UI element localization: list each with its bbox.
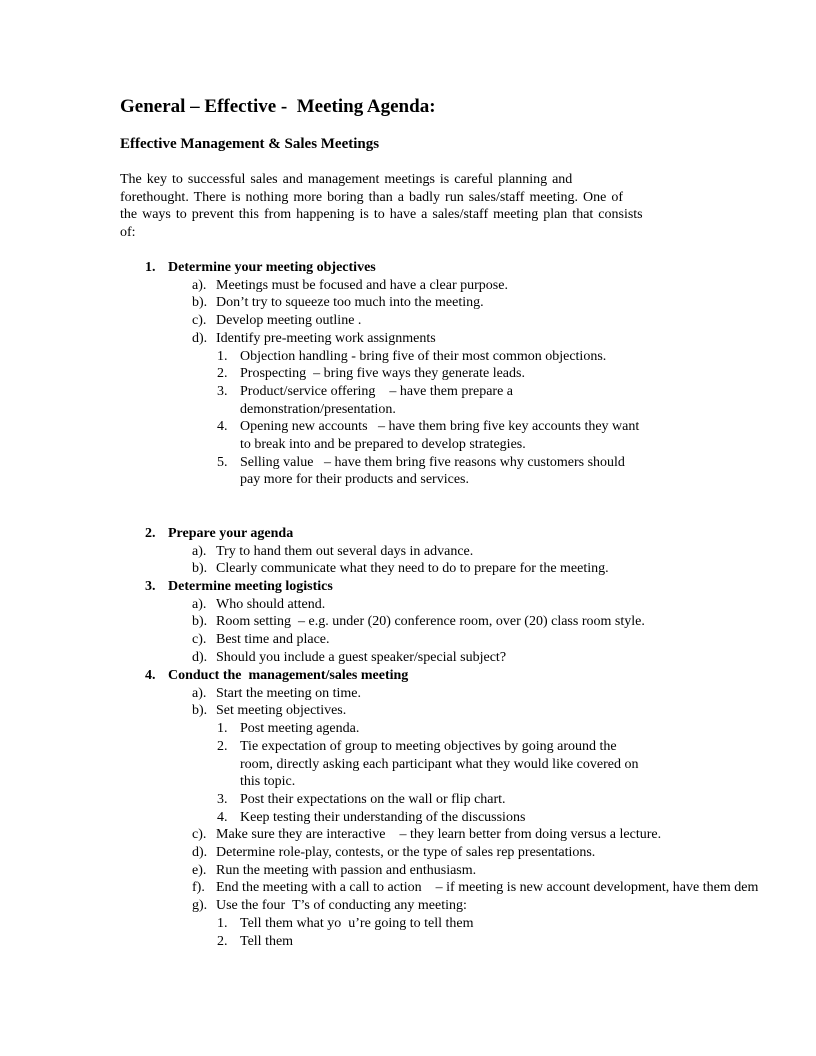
subitem-label: 2.	[217, 366, 228, 382]
intro-line: forethought. There is nothing more borin…	[120, 189, 624, 205]
subitem-text: Keep testing their understanding of the …	[240, 809, 526, 825]
item-label: b).	[192, 703, 208, 719]
subitem-text: Prospecting – bring five ways they gener…	[240, 366, 525, 382]
item-text: Run the meeting with passion and enthusi…	[216, 862, 477, 878]
subitem-text: this topic.	[240, 774, 296, 790]
subitem-text: Tell them what yo u’re going to tell the…	[240, 915, 474, 931]
section-title: Determine meeting logistics	[168, 579, 333, 594]
intro-line: of:	[120, 224, 136, 240]
item-text: Identify pre-meeting work assignments	[216, 330, 436, 346]
item-text: Meetings must be focused and have a clea…	[216, 277, 508, 293]
item-text: Best time and place.	[216, 632, 330, 648]
item-label: a).	[192, 685, 207, 701]
subitem-text: pay more for their products and services…	[240, 472, 469, 488]
item-label: c).	[192, 313, 207, 329]
item-label: g).	[192, 898, 208, 914]
item-label: c).	[192, 632, 207, 648]
subitem-label: 4.	[217, 809, 228, 825]
section-number: 2.	[145, 526, 156, 541]
subitem-label: 3.	[217, 383, 228, 399]
item-text: Develop meeting outline .	[216, 313, 362, 329]
subitem-label: 4.	[217, 419, 228, 435]
item-text: Start the meeting on time.	[216, 685, 362, 701]
item-text: Make sure they are interactive – they le…	[216, 827, 662, 843]
subitem-text: Post meeting agenda.	[240, 721, 360, 737]
item-text: Set meeting objectives.	[216, 703, 347, 719]
item-label: d).	[192, 845, 208, 860]
item-text: Who should attend.	[216, 596, 326, 612]
subitem-text: room, directly asking each participant w…	[240, 756, 639, 772]
item-text: Don’t try to squeeze too much into the m…	[216, 295, 484, 311]
subitem-text: Tie expectation of group to meeting obje…	[240, 738, 617, 754]
section-title: Conduct the management/sales meeting	[168, 668, 409, 683]
item-label: e).	[192, 862, 207, 878]
item-text: Room setting – e.g. under (20) conferenc…	[216, 614, 645, 630]
subitem-label: 1.	[217, 915, 228, 931]
intro-paragraph: The key to successful sales and manageme…	[120, 171, 680, 241]
item-label: d).	[192, 330, 208, 346]
subitem-text: Tell them	[240, 933, 294, 949]
document-page: General – Effective - Meeting Agenda: Ef…	[0, 0, 816, 1056]
item-label: c).	[192, 827, 207, 843]
subitem-text: Product/service offering – have them pre…	[240, 383, 514, 399]
subitem-label: 1.	[217, 348, 228, 364]
item-text: Clearly communicate what they need to do…	[216, 561, 609, 577]
item-label: b).	[192, 614, 208, 630]
item-label: a).	[192, 596, 207, 612]
subitem-text: Selling value – have them bring five rea…	[240, 454, 625, 470]
item-text: Determine role-play, contests, or the ty…	[216, 845, 596, 860]
item-label: b).	[192, 295, 208, 311]
subitem-text: Post their expectations on the wall or f…	[240, 791, 506, 807]
subitem-text: demonstration/presentation.	[240, 401, 396, 417]
subitem-label: 1.	[217, 721, 228, 737]
subitem-label: 2.	[217, 738, 228, 754]
subitem-text: Opening new accounts – have them bring f…	[240, 419, 640, 435]
section-number: 3.	[145, 579, 156, 594]
subitem-label: 5.	[217, 454, 228, 470]
section-title: Prepare your agenda	[168, 526, 294, 541]
item-text: Should you include a guest speaker/speci…	[216, 649, 507, 665]
item-text: Try to hand them out several days in adv…	[216, 543, 474, 559]
subitem-text: Objection handling - bring five of their…	[240, 348, 607, 364]
item-label: b).	[192, 561, 208, 577]
subitem-label: 2.	[217, 933, 228, 949]
item-label: f).	[192, 880, 205, 896]
document-title: General – Effective - Meeting Agenda:	[120, 96, 436, 117]
item-text: Use the four T’s of conducting any meeti…	[216, 898, 467, 914]
section-number: 1.	[145, 260, 156, 275]
item-label: d).	[192, 649, 208, 665]
intro-line: The key to successful sales and manageme…	[120, 172, 573, 187]
item-label: a).	[192, 277, 207, 293]
document-subtitle: Effective Management & Sales Meetings	[120, 136, 380, 152]
section-number: 4.	[145, 668, 156, 683]
item-label: a).	[192, 543, 207, 559]
item-text: End the meeting with a call to action – …	[216, 880, 759, 896]
intro-line: the ways to prevent this from happening …	[120, 207, 643, 222]
section-title: Determine your meeting objectives	[168, 260, 376, 275]
subitem-text: to break into and be prepared to develop…	[240, 437, 526, 452]
subitem-label: 3.	[217, 791, 228, 807]
